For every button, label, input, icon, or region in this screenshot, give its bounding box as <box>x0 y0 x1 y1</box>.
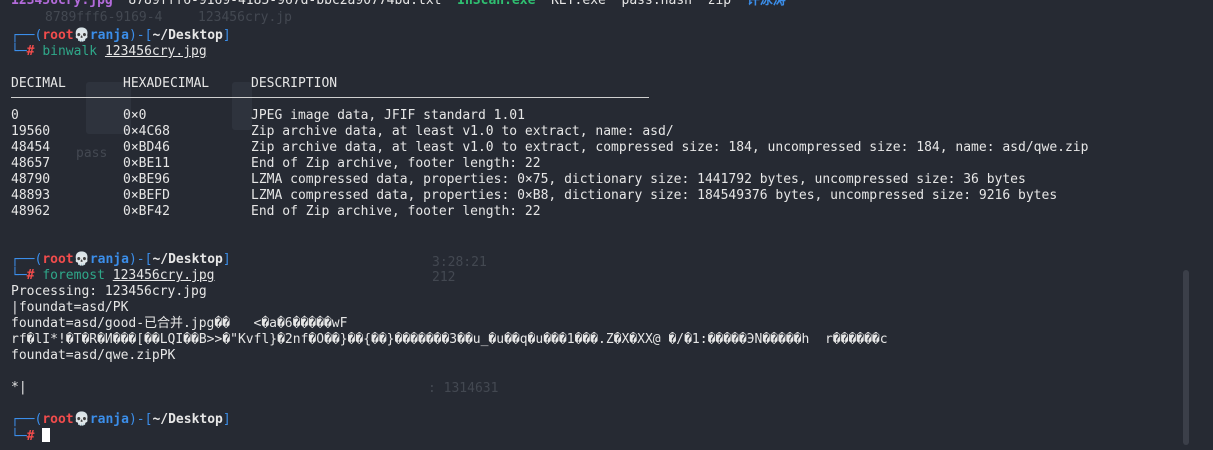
ghost-text: 8789fff6-9169-4 <box>45 10 163 25</box>
cell-hex: 0×BEFD <box>123 188 170 203</box>
cell-hex: 0×BF42 <box>123 204 170 219</box>
cell-description: End of Zip archive, footer length: 22 <box>251 156 541 171</box>
cell-decimal: 48893 <box>11 188 51 203</box>
column-header: HEXADECIMAL <box>123 76 210 91</box>
cell-description: End of Zip archive, footer length: 22 <box>251 204 541 219</box>
binwalk-row: 48657 0×BE11 End of Zip archive, footer le… <box>11 156 541 172</box>
cell-description: Zip archive data, at least v1.0 to extra… <box>251 124 674 139</box>
ghost-text: 3:28:21 <box>432 255 487 270</box>
cell-decimal: 19560 <box>11 124 51 139</box>
binwalk-row: 48790 0×BE96 LZMA compressed data, propert… <box>11 172 1026 188</box>
command-name: binwalk <box>42 44 98 59</box>
binwalk-row: 48893 0×BEFD LZMA compressed data, propert… <box>11 188 1057 204</box>
binwalk-row: 19560 0×4C68 Zip archive data, at least v1… <box>11 124 674 140</box>
prompt-path: ~/Desktop <box>152 252 223 267</box>
output-line: foundat=asd/good-已合并.jpg�� <�a�6�����wF <box>11 316 348 331</box>
file-name: KEY.exe <box>551 0 606 8</box>
file-name: InScan.exe <box>457 0 536 8</box>
prompt-line: ┌──(root💀ranja)-[~/Desktop] <box>11 252 231 267</box>
prompt-hash: # <box>26 44 35 59</box>
output-line: rf�lI*!�T�R�И���[��LQI��B>>�"Kvfl}�2nf�O… <box>11 332 888 347</box>
ghost-text: 123456cry.jp <box>198 10 292 25</box>
ghost-text: 212 <box>432 270 456 285</box>
command-name: foremost <box>42 268 105 283</box>
cell-hex: 0×BE11 <box>123 156 170 171</box>
background-scrollbar <box>1183 270 1189 445</box>
column-header: DESCRIPTION <box>251 76 338 91</box>
prompt-path: ~/Desktop <box>152 412 223 427</box>
binwalk-row: 0 0×0 JPEG image data, JFIF standard 1.01 <box>11 108 525 124</box>
command-argument: 123456cry.jpg <box>104 44 207 59</box>
cell-hex: 0×0 <box>123 108 147 123</box>
cell-decimal: 48790 <box>11 172 51 187</box>
skull-icon: 💀 <box>73 252 90 267</box>
cell-description: LZMA compressed data, properties: 0×75, … <box>251 172 1026 187</box>
prompt-path: ~/Desktop <box>152 28 223 43</box>
column-header: DECIMAL <box>11 76 66 91</box>
prompt-user: root <box>42 28 74 43</box>
cell-hex: 0×BE96 <box>123 172 170 187</box>
command-input-line[interactable]: └─# <box>11 428 51 444</box>
file-name: zip <box>707 0 732 8</box>
command-line: └─# foremost 123456cry.jpg <box>11 268 215 283</box>
output-line: Processing: 123456cry.jpg <box>11 284 207 299</box>
cell-hex: 0×BD46 <box>123 140 170 155</box>
prompt-hash: # <box>26 429 35 444</box>
command-argument: 123456cry.jpg <box>112 268 215 283</box>
cell-decimal: 48962 <box>11 204 51 219</box>
output-line: foundat=asd/qwe.zipPK <box>11 348 176 363</box>
command-line: └─# binwalk 123456cry.jpg <box>11 44 207 59</box>
ls-output-row: 123456cry.jpg 8789fff6-9169-4185-967d-bb… <box>11 0 786 9</box>
cell-decimal: 48454 <box>11 140 51 155</box>
prompt-host: ranja <box>89 412 129 427</box>
prompt-user: root <box>42 252 74 267</box>
cell-description: LZMA compressed data, properties: 0×B8, … <box>251 188 1058 203</box>
prompt-host: ranja <box>89 28 129 43</box>
cell-decimal: 0 <box>11 108 19 123</box>
header-divider <box>11 97 649 98</box>
prompt-line: ┌──(root💀ranja)-[~/Desktop] <box>11 412 231 427</box>
prompt-host: ranja <box>89 252 129 267</box>
skull-icon: 💀 <box>73 412 90 427</box>
prompt-line: ┌──(root💀ranja)-[~/Desktop] <box>11 28 231 43</box>
prompt-user: root <box>42 412 74 427</box>
output-line: *| <box>11 380 27 395</box>
binwalk-row: 48962 0×BF42 End of Zip archive, footer le… <box>11 204 541 220</box>
file-name: pass.hash <box>621 0 692 8</box>
skull-icon: 💀 <box>73 28 90 43</box>
cell-description: Zip archive data, at least v1.0 to extra… <box>251 140 1089 155</box>
binwalk-row: 48454 0×BD46 Zip archive data, at least v1… <box>11 140 1088 156</box>
file-name: 8789fff6-9169-4185-967d-bbc2a90774bd.txt <box>128 0 442 8</box>
ghost-text: : 1314631 <box>428 381 499 396</box>
prompt-hash: # <box>26 268 35 283</box>
cell-description: JPEG image data, JFIF standard 1.01 <box>251 108 525 123</box>
terminal-cursor[interactable] <box>42 428 51 442</box>
cell-decimal: 48657 <box>11 156 51 171</box>
cell-hex: 0×4C68 <box>123 124 170 139</box>
output-line: |foundat=asd/PK <box>11 300 129 315</box>
file-name: 许泳涛 <box>746 0 786 8</box>
binwalk-header-row: DECIMAL HEXADECIMAL DESCRIPTION <box>11 76 337 92</box>
file-name: 123456cry.jpg <box>11 0 113 8</box>
